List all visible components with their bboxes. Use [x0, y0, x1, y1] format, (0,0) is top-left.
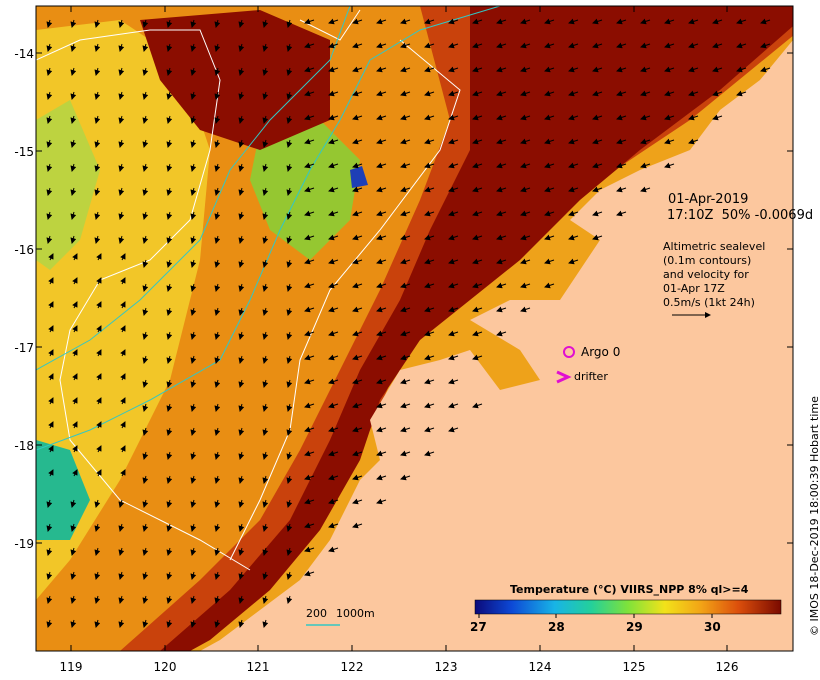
sst-map: [35, 5, 794, 652]
depth-legend-1000: 1000m: [336, 607, 375, 620]
colorbar: [474, 599, 782, 615]
altimetry-note-1: Altimetric sealevel: [663, 240, 766, 253]
altimetry-note-2: (0.1m contours): [663, 254, 752, 267]
lon-tick-label: 120: [153, 660, 177, 674]
lon-tick-label: 122: [340, 660, 364, 674]
argo-label: Argo 0: [581, 345, 621, 359]
lon-tick-label: 126: [715, 660, 739, 674]
altimetry-note-3: and velocity for: [663, 268, 749, 281]
colorbar-tick-label: 28: [548, 620, 565, 634]
altimetry-note-5: 0.5m/s (1kt 24h): [663, 296, 755, 309]
lon-tick-label: 121: [246, 660, 270, 674]
lon-tick-label: 119: [59, 660, 83, 674]
lat-tick-label: -14: [14, 47, 34, 61]
colorbar-tick-label: 29: [626, 620, 643, 634]
lon-tick-label: 124: [528, 660, 552, 674]
lat-tick-label: -17: [14, 341, 34, 355]
lat-tick-label: -19: [14, 537, 34, 551]
lon-tick-label: 125: [622, 660, 646, 674]
lat-tick-label: -18: [14, 439, 34, 453]
colorbar-tick-label: 27: [470, 620, 487, 634]
lat-tick-label: -15: [14, 145, 34, 159]
imos-credit: © IMOS 18-Dec-2019 18:00:39 Hobart time: [808, 396, 820, 636]
colorbar-title: Temperature (°C) VIIRS_NPP 8% ql>=4: [510, 583, 749, 596]
lon-tick-label: 123: [434, 660, 458, 674]
altimetry-note-4: 01-Apr 17Z: [663, 282, 725, 295]
lat-tick-label: -16: [14, 243, 34, 257]
drifter-label: drifter: [574, 370, 608, 383]
colorbar-tick-label: 30: [704, 620, 721, 634]
depth-legend-200: 200: [306, 607, 327, 620]
image-date: 01-Apr-2019: [668, 192, 749, 207]
image-time-stats: 17:10Z 50% -0.0069d: [667, 208, 814, 223]
